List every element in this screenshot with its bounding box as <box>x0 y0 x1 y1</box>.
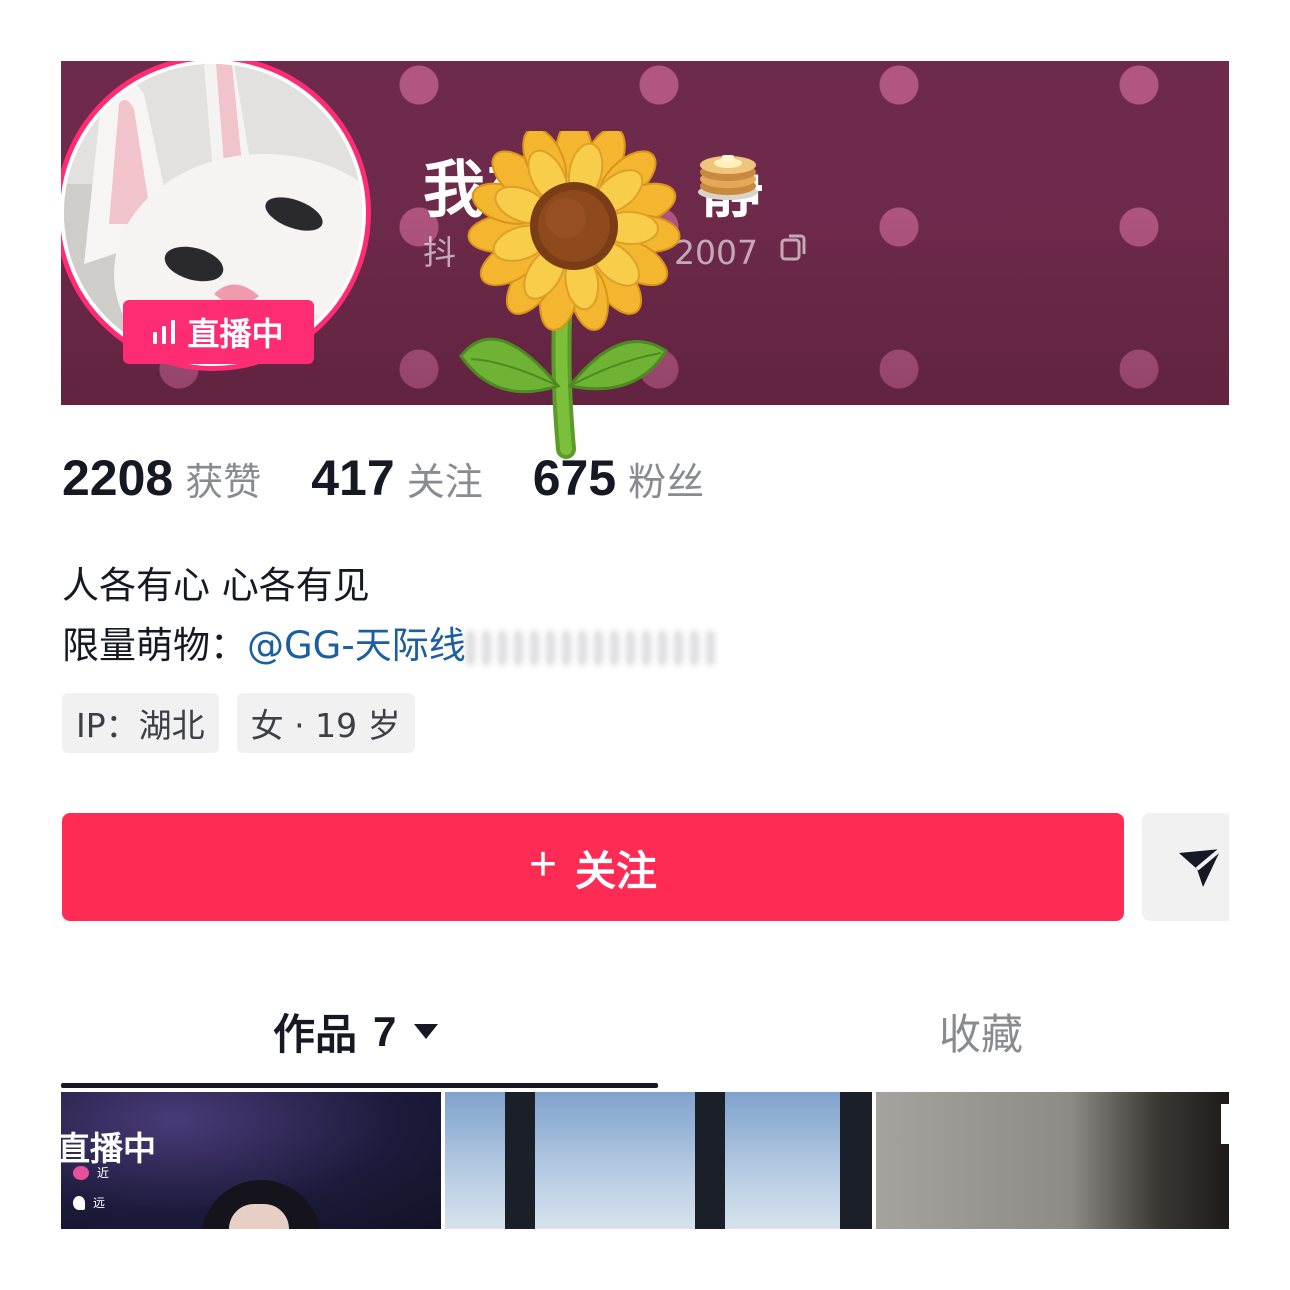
follow-label: 关注 <box>575 848 658 894</box>
tab-favorites-label: 收藏 <box>939 1010 1024 1059</box>
thumbnail-edge <box>1221 1104 1229 1144</box>
tab-works-label: 作品 <box>273 1010 358 1059</box>
live-bars-icon <box>153 320 176 344</box>
music-note-icon <box>73 1195 85 1210</box>
ip-location-tag: IP：湖北 <box>62 693 219 753</box>
heart-icon <box>73 1165 89 1180</box>
send-icon <box>1179 847 1223 887</box>
window-frame <box>695 1092 725 1229</box>
blurred-text <box>465 630 716 665</box>
bio-line-1: 人各有心 心各有见 <box>62 564 370 607</box>
bio: 人各有心 心各有见 限量萌物：@GG-天际线 <box>62 556 716 676</box>
tab-works[interactable]: 作品 7 <box>273 1001 439 1062</box>
follow-button[interactable]: + 关注 <box>62 813 1124 921</box>
message-button[interactable] <box>1142 813 1229 921</box>
douyin-id-prefix: 抖 <box>423 233 456 272</box>
info-tags: IP：湖北 女 · 19 岁 <box>62 693 415 753</box>
live-badge[interactable]: 直播中 <box>123 300 314 364</box>
stat-likes[interactable]: 2208 获赞 <box>62 449 261 507</box>
gender-age-tag: 女 · 19 岁 <box>236 693 415 753</box>
thumbnail-mini-row-1: 近 <box>73 1164 109 1181</box>
active-tab-indicator <box>61 1083 658 1088</box>
caret-down-icon <box>414 1024 439 1039</box>
thumbnail-mini-2: 远 <box>93 1196 106 1210</box>
sunflower-sticker <box>459 131 681 459</box>
tab-works-count: 7 <box>373 1007 397 1055</box>
stat-likes-value: 2208 <box>62 450 174 506</box>
bio-line-2: 限量萌物：@GG-天际线 <box>62 616 716 676</box>
profile-page: 直播中 我想静 抖2007 <box>61 61 1229 1229</box>
pancake-badge-icon[interactable] <box>695 146 761 202</box>
copy-icon[interactable] <box>779 231 809 263</box>
window-frame <box>505 1092 535 1229</box>
plus-icon: + <box>528 837 558 891</box>
thumbnail-live-label: 直播中 <box>61 1129 156 1168</box>
bio-line-2-prefix: 限量萌物： <box>62 624 247 667</box>
tab-favorites[interactable]: 收藏 <box>939 1001 1023 1062</box>
stat-following-value: 417 <box>311 450 395 506</box>
stat-likes-label: 获赞 <box>185 460 262 504</box>
video-thumbnail[interactable]: 直播中 近 远 <box>61 1092 441 1229</box>
window-frame <box>840 1092 872 1229</box>
thumbnail-mini-1: 近 <box>97 1166 110 1180</box>
video-thumbnail[interactable] <box>445 1092 872 1229</box>
live-label: 直播中 <box>187 315 284 353</box>
mention-link[interactable]: @GG-天际线 <box>247 624 466 667</box>
thumbnail-mini-row-2: 远 <box>73 1194 105 1211</box>
video-thumbnail[interactable] <box>876 1092 1229 1229</box>
